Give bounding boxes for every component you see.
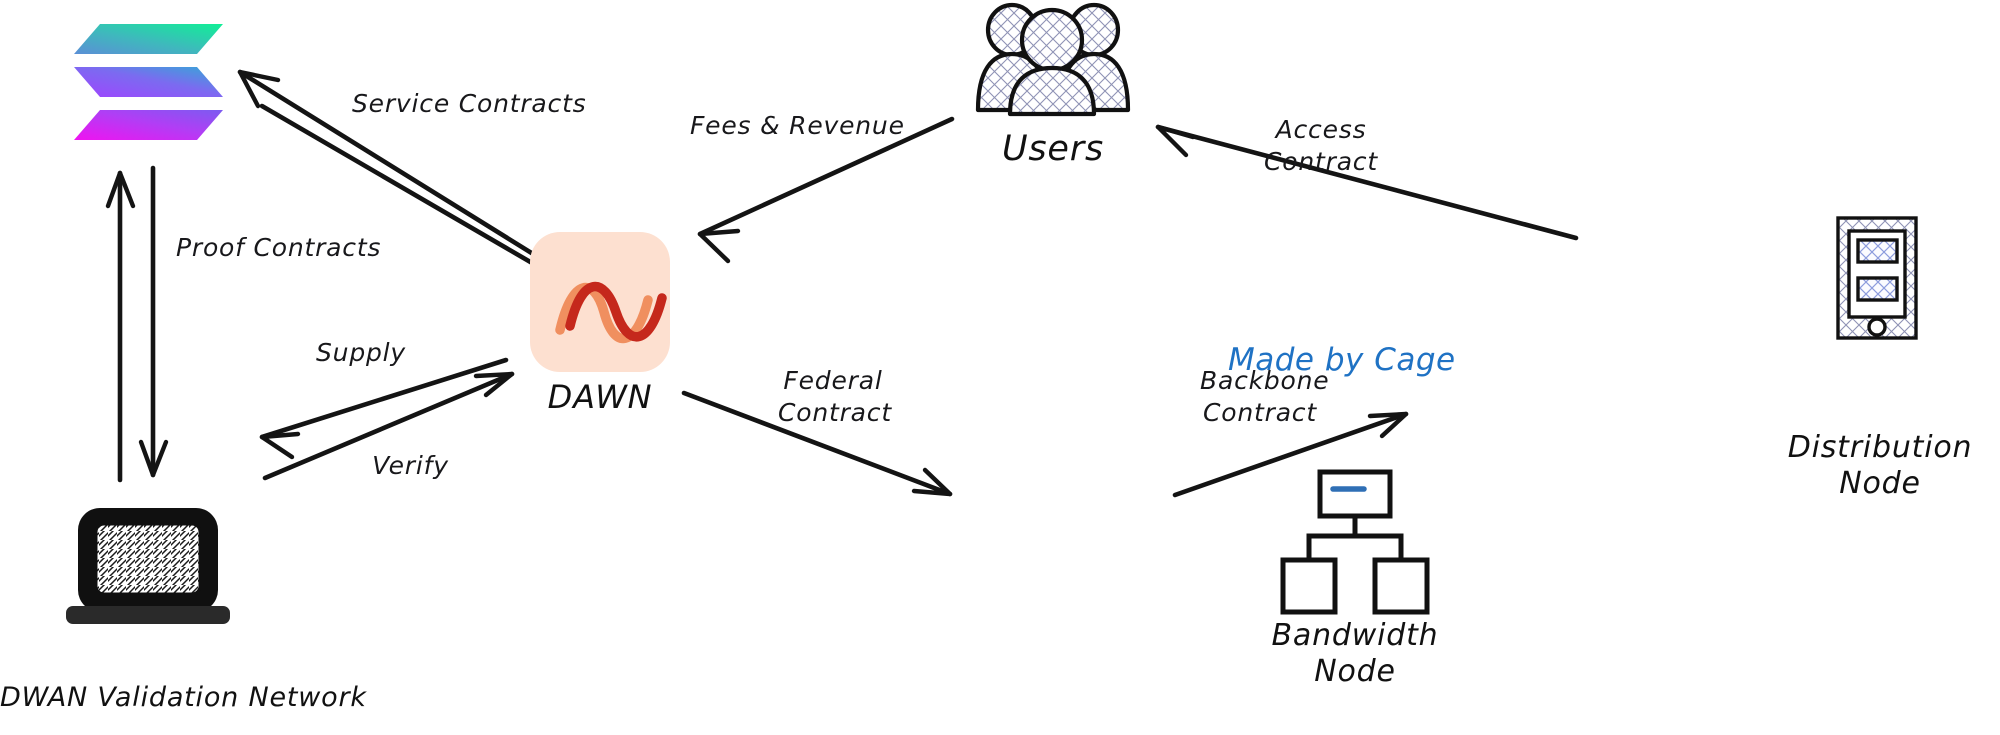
edge-label-service-contracts: Service Contracts [352, 89, 587, 118]
edge-label-proof-contracts: Proof Contracts [176, 233, 382, 262]
edge-label-verify: Verify [372, 451, 449, 480]
dawn-tile [530, 232, 670, 372]
node-label-dwan: DWAN Validation Network [0, 682, 367, 713]
access-contract-line2: Contract [1264, 147, 1378, 176]
distribution-label-line2: Node [1839, 466, 1921, 501]
bandwidth-label-line1: Bandwidth [1271, 618, 1439, 653]
users-group-icon [975, 2, 1131, 117]
access-contract-line1: Access [1275, 115, 1367, 144]
network-hierarchy-icon [1280, 469, 1430, 615]
node-label-users: Users [1001, 129, 1104, 169]
solana-logo-icon [74, 24, 223, 140]
edge-label-fees-revenue: Fees & Revenue [690, 111, 905, 140]
laptop-icon [66, 508, 230, 624]
edge-label-supply: Supply [316, 338, 406, 367]
federal-contract-line2: Contract [778, 398, 892, 427]
distribution-label-line1: Distribution [1787, 430, 1973, 465]
edge-proof-contracts-up [105, 170, 136, 483]
node-label-dawn: DAWN [547, 378, 653, 416]
node-label-distribution: Distribution Node [1760, 430, 2000, 502]
edge-label-access-contract: Access Contract [1262, 114, 1380, 178]
edge-proof-contracts-down [138, 165, 169, 478]
federal-contract-line1: Federal [783, 366, 883, 395]
node-label-bandwidth: Bandwidth Node [1245, 618, 1465, 690]
diagram-canvas: Service Contracts Proof Contracts Fees &… [0, 0, 2000, 735]
bandwidth-label-line2: Node [1314, 654, 1396, 689]
backbone-contract-line2: Contract [1203, 398, 1317, 427]
made-by-watermark: Made by Cage [1228, 342, 1456, 378]
edges-layer [66, 2, 1918, 624]
edge-supply [259, 357, 509, 460]
mobile-device-icon [1836, 216, 1918, 340]
edge-label-federal-contract: Federal Contract [778, 365, 891, 429]
